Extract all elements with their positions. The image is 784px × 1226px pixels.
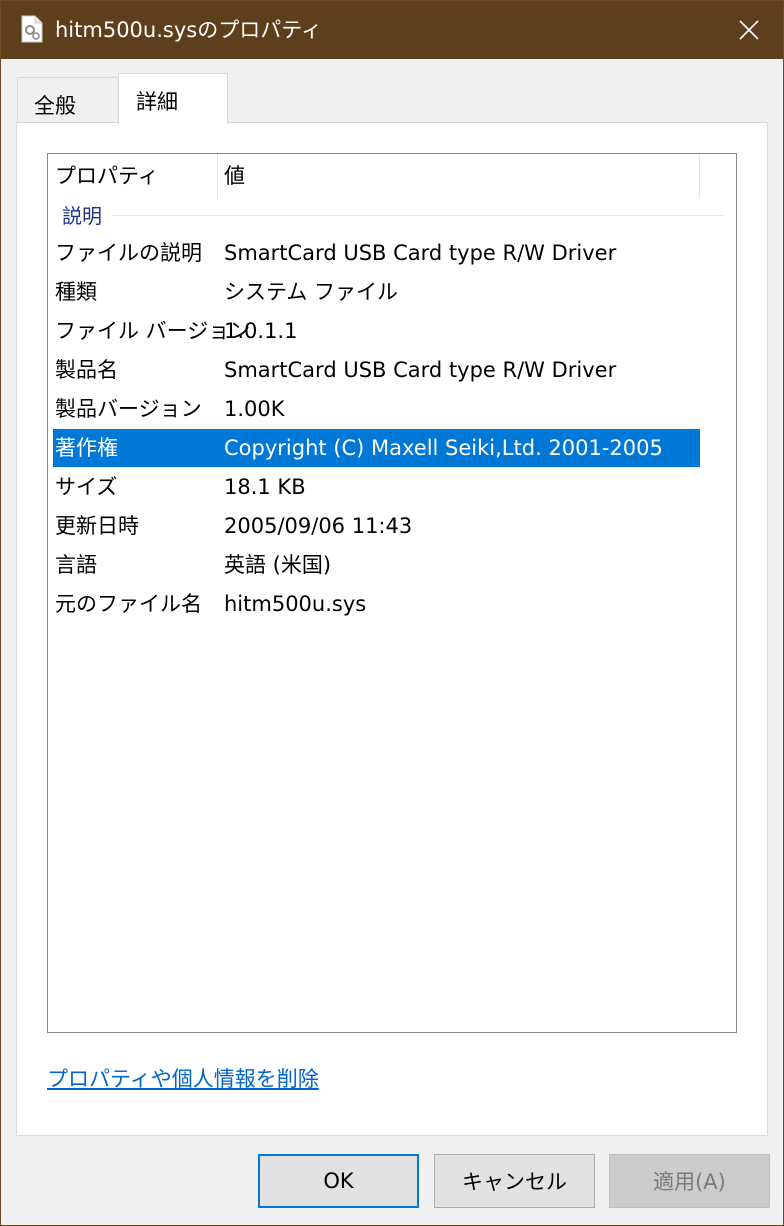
property-value: 1.0.1.1 <box>224 319 298 343</box>
property-value: 18.1 KB <box>224 475 306 499</box>
properties-list[interactable]: プロパティ 値 説明 ファイルの説明 SmartCard USB Card ty… <box>47 153 737 1033</box>
list-row[interactable]: ファイルの説明 SmartCard USB Card type R/W Driv… <box>53 234 700 272</box>
column-header-value[interactable]: 値 <box>218 154 700 198</box>
remove-properties-link[interactable]: プロパティや個人情報を削除 <box>47 1063 319 1093</box>
property-name: 更新日時 <box>55 514 139 538</box>
apply-button[interactable]: 適用(A) <box>609 1154 770 1208</box>
property-value: hitm500u.sys <box>224 592 367 616</box>
property-name: 製品バージョン <box>55 397 202 421</box>
property-value: 1.00K <box>224 397 285 421</box>
list-row[interactable]: 更新日時 2005/09/06 11:43 <box>53 507 700 545</box>
list-row[interactable]: 元のファイル名 hitm500u.sys <box>53 585 700 623</box>
properties-window: hitm500u.sysのプロパティ 全般 詳細 プロパティ 値 説明 ファイル… <box>0 0 784 1226</box>
ok-button[interactable]: OK <box>258 1154 419 1208</box>
list-row-selected[interactable]: 著作権 Copyright (C) Maxell Seiki,Ltd. 2001… <box>53 429 700 467</box>
property-name: 言語 <box>55 553 97 577</box>
window-title: hitm500u.sysのプロパティ <box>55 18 322 42</box>
list-row[interactable]: 製品名 SmartCard USB Card type R/W Driver <box>53 351 700 389</box>
property-name: 種類 <box>55 280 97 304</box>
title-bar[interactable]: hitm500u.sysのプロパティ <box>1 1 783 59</box>
property-value: 2005/09/06 11:43 <box>224 514 413 538</box>
list-row[interactable]: 種類 システム ファイル <box>53 273 700 311</box>
list-row[interactable]: ファイル バージョン 1.0.1.1 <box>53 312 700 350</box>
property-name: ファイルの説明 <box>55 241 202 265</box>
property-value: SmartCard USB Card type R/W Driver <box>224 358 617 382</box>
tab-details[interactable]: 詳細 <box>118 73 228 124</box>
list-row[interactable]: 言語 英語 (米国) <box>53 546 700 584</box>
group-divider <box>112 215 724 216</box>
column-header-property[interactable]: プロパティ <box>48 154 218 198</box>
property-name: 著作権 <box>55 436 118 460</box>
cancel-button[interactable]: キャンセル <box>434 1154 595 1208</box>
list-row[interactable]: サイズ 18.1 KB <box>53 468 700 506</box>
property-value: 英語 (米国) <box>224 553 332 577</box>
close-button[interactable] <box>715 1 783 59</box>
property-value: システム ファイル <box>224 280 399 304</box>
property-name: サイズ <box>55 475 118 499</box>
property-value: SmartCard USB Card type R/W Driver <box>224 241 617 265</box>
tab-general[interactable]: 全般 <box>17 77 119 123</box>
system-file-icon <box>21 15 43 43</box>
property-name: ファイル バージョン <box>55 319 251 343</box>
details-panel: プロパティ 値 説明 ファイルの説明 SmartCard USB Card ty… <box>16 122 768 1136</box>
property-name: 元のファイル名 <box>55 592 202 616</box>
list-row[interactable]: 製品バージョン 1.00K <box>53 390 700 428</box>
property-name: 製品名 <box>55 358 118 382</box>
property-value: Copyright (C) Maxell Seiki,Ltd. 2001-200… <box>224 436 663 460</box>
close-icon <box>739 20 759 40</box>
group-header-description[interactable]: 説明 <box>62 200 102 232</box>
